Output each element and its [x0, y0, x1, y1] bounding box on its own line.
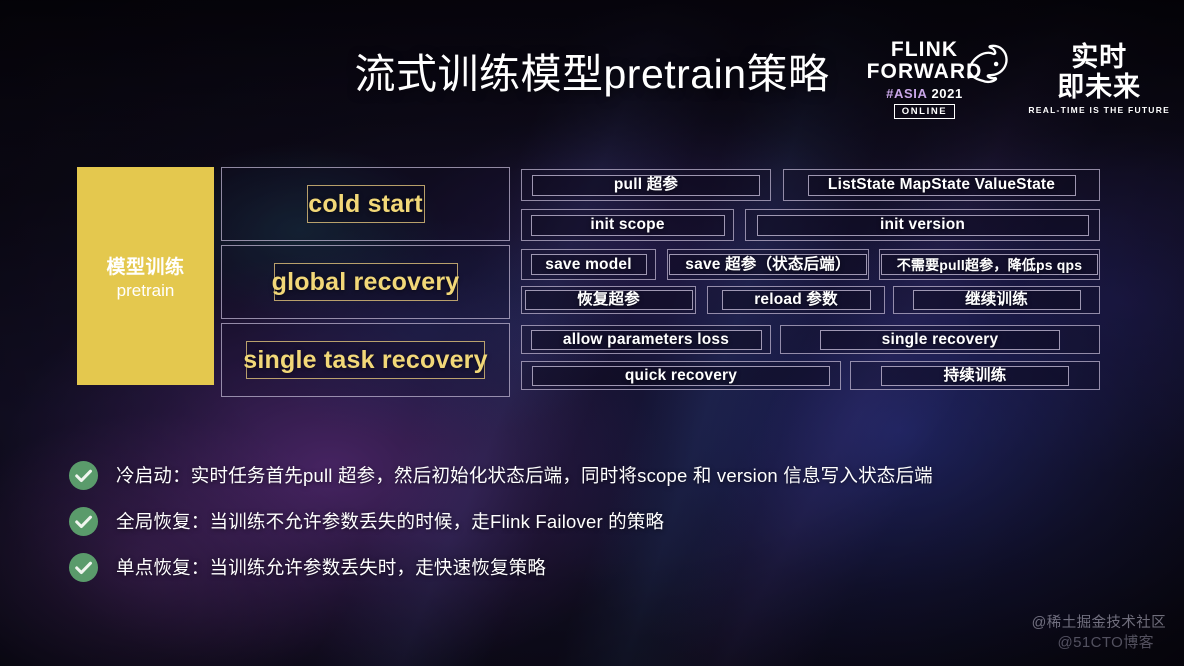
stage-inner-cold-start: cold start: [306, 185, 425, 223]
step-label-pull-hyperparams: pull 超参: [613, 176, 679, 194]
step-inner-state-types: ListState MapState ValueState: [807, 174, 1076, 196]
step-cell-save-model[interactable]: save model: [521, 249, 656, 280]
check-circle-icon: [68, 552, 99, 582]
step-inner-continue-training: 继续训练: [912, 290, 1081, 310]
step-cell-restore-hyperparams[interactable]: 恢复超参: [521, 286, 696, 314]
step-cell-allow-parameters-loss[interactable]: allow parameters loss: [521, 325, 771, 354]
check-circle-icon: [68, 460, 99, 490]
check-circle-icon: [68, 506, 99, 536]
watermark-primary: @稀土掘金技术社区: [1031, 615, 1166, 631]
bullet-text-single-recovery: 单点恢复：当训练允许参数丢失时，走快速恢复策略: [116, 557, 547, 578]
stage-label-cold-start: cold start: [308, 189, 423, 218]
stage-group-label: 模型训练 pretrain: [77, 167, 214, 385]
step-cell-single-recovery[interactable]: single recovery: [780, 325, 1100, 354]
step-cell-quick-recovery[interactable]: quick recovery: [521, 361, 841, 390]
stage-group-label-cn: 模型训练: [106, 256, 185, 278]
step-label-sustained-training: 持续训练: [943, 366, 1007, 384]
step-cell-continue-training[interactable]: 继续训练: [893, 286, 1100, 314]
step-label-reload-params: reload 参数: [754, 291, 838, 309]
step-label-continue-training: 继续训练: [965, 291, 1028, 309]
step-inner-init-scope: init scope: [530, 214, 725, 236]
step-label-single-recovery: single recovery: [881, 330, 999, 348]
stage-cell-cold-start[interactable]: cold start: [221, 167, 510, 241]
stage-cell-global-recovery[interactable]: global recovery: [221, 245, 510, 319]
step-inner-save-model: save model: [530, 254, 647, 275]
bullet-item-cold-start: 冷启动：实时任务首先pull 超参，然后初始化状态后端，同时将scope 和 v…: [68, 452, 1118, 498]
watermark-secondary: @51CTO博客: [1057, 634, 1154, 651]
bullet-item-single-recovery: 单点恢复：当训练允许参数丢失时，走快速恢复策略: [68, 544, 1118, 590]
stage-label-global-recovery: global recovery: [271, 267, 460, 296]
bullet-text-global-recovery: 全局恢复：当训练不允许参数丢失的时候，走Flink Failover 的策略: [116, 511, 665, 532]
step-cell-reload-params[interactable]: reload 参数: [707, 286, 885, 314]
step-inner-allow-parameters-loss: allow parameters loss: [530, 329, 762, 350]
step-label-save-hyperparams-state-backend: save 超参（状态后端）: [685, 255, 851, 273]
step-label-quick-recovery: quick recovery: [624, 366, 738, 384]
stage-group-label-en: pretrain: [116, 280, 175, 300]
step-label-allow-parameters-loss: allow parameters loss: [562, 330, 730, 348]
step-inner-quick-recovery: quick recovery: [532, 365, 830, 386]
step-label-restore-hyperparams: 恢复超参: [577, 291, 640, 309]
bullet-text-cold-start: 冷启动：实时任务首先pull 超参，然后初始化状态后端，同时将scope 和 v…: [116, 465, 933, 486]
step-inner-sustained-training: 持续训练: [881, 365, 1069, 386]
step-cell-no-pull-lower-qps[interactable]: 不需要pull超参，降低ps qps: [879, 249, 1100, 280]
step-inner-init-version: init version: [756, 214, 1089, 236]
bullet-item-global-recovery: 全局恢复：当训练不允许参数丢失的时候，走Flink Failover 的策略: [68, 498, 1118, 544]
step-inner-save-hyperparams-state-backend: save 超参（状态后端）: [669, 254, 867, 275]
step-cell-pull-hyperparams[interactable]: pull 超参: [521, 169, 771, 201]
step-label-no-pull-lower-qps: 不需要pull超参，降低ps qps: [896, 256, 1083, 273]
summary-bullet-list: 冷启动：实时任务首先pull 超参，然后初始化状态后端，同时将scope 和 v…: [68, 452, 1118, 590]
stage-inner-single-task-recovery: single task recovery: [243, 341, 488, 379]
step-label-init-scope: init scope: [590, 216, 665, 234]
step-label-state-types: ListState MapState ValueState: [827, 176, 1056, 194]
step-inner-single-recovery: single recovery: [820, 329, 1060, 350]
stage-label-single-task-recovery: single task recovery: [243, 345, 488, 374]
step-inner-restore-hyperparams: 恢复超参: [524, 290, 693, 310]
step-inner-no-pull-lower-qps: 不需要pull超参，降低ps qps: [881, 254, 1098, 275]
step-cell-init-scope[interactable]: init scope: [521, 209, 734, 241]
step-inner-pull-hyperparams: pull 超参: [532, 174, 760, 196]
slide-canvas: 流式训练模型pretrain策略 FLINK FORWARD #ASIA 202…: [0, 0, 1184, 666]
step-cell-state-types[interactable]: ListState MapState ValueState: [783, 169, 1100, 201]
step-cell-init-version[interactable]: init version: [745, 209, 1100, 241]
step-cell-sustained-training[interactable]: 持续训练: [850, 361, 1100, 390]
step-cell-save-hyperparams-state-backend[interactable]: save 超参（状态后端）: [667, 249, 869, 280]
step-inner-reload-params: reload 参数: [721, 290, 871, 310]
step-label-save-model: save model: [545, 255, 632, 273]
stage-inner-global-recovery: global recovery: [271, 263, 460, 301]
stage-cell-single-task-recovery[interactable]: single task recovery: [221, 323, 510, 397]
step-label-init-version: init version: [879, 216, 966, 234]
